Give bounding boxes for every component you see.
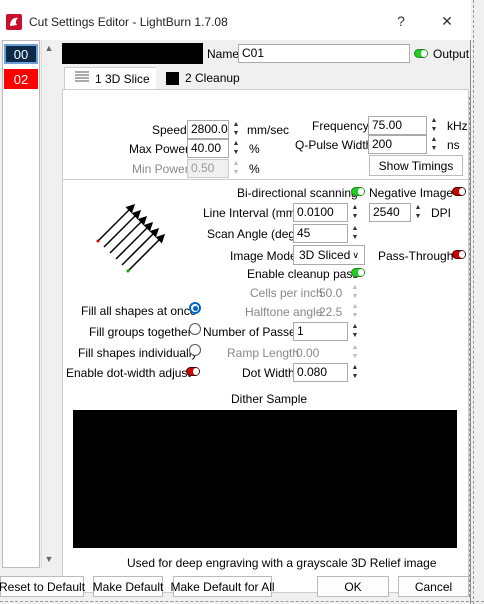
scan-angle-label: Scan Angle (deg) bbox=[207, 227, 300, 241]
scan-angle-icon bbox=[94, 201, 170, 277]
fill-groups-radio[interactable] bbox=[189, 323, 201, 335]
bidir-label: Bi-directional scanning bbox=[237, 186, 358, 200]
cells-label: Cells per inch bbox=[250, 286, 323, 300]
output-label: Output bbox=[433, 47, 470, 61]
scan-angle-input[interactable]: 45 bbox=[293, 224, 348, 243]
make-default-all-button[interactable]: Make Default for All bbox=[170, 576, 275, 597]
ramp-length-spinner[interactable]: ▲ ▼ bbox=[348, 343, 362, 362]
dot-width-adjust-toggle[interactable] bbox=[186, 367, 200, 376]
dither-description: Used for deep engraving with a grayscale… bbox=[127, 556, 437, 570]
speed-label: Speed bbox=[152, 123, 187, 137]
frequency-spinner[interactable]: ▲ ▼ bbox=[427, 116, 441, 135]
image-mode-select[interactable]: 3D Sliced ∨ bbox=[293, 245, 365, 265]
chevron-down-icon: ∨ bbox=[352, 249, 359, 260]
layer-item-02[interactable]: 02 bbox=[4, 69, 38, 89]
pass-through-label: Pass-Through bbox=[378, 249, 454, 263]
line-interval-label: Line Interval (mm) bbox=[203, 206, 300, 220]
close-button[interactable]: ✕ bbox=[432, 9, 462, 33]
scroll-down-icon[interactable]: ▼ bbox=[42, 552, 56, 566]
lightburn-logo-icon bbox=[6, 14, 22, 30]
layer-item-00[interactable]: 00 bbox=[4, 44, 38, 64]
dot-width-label: Dot Width bbox=[242, 366, 295, 380]
speed-unit: mm/sec bbox=[247, 123, 289, 137]
name-input[interactable]: C01 bbox=[238, 44, 410, 63]
layer-list: 00 02 bbox=[2, 40, 40, 568]
fill-all-radio[interactable] bbox=[189, 302, 201, 314]
scan-angle-spinner[interactable]: ▲ ▼ bbox=[348, 224, 362, 243]
separator bbox=[62, 179, 469, 180]
passes-input[interactable]: 1 bbox=[293, 322, 348, 341]
guide-line bbox=[469, 97, 470, 597]
line-interval-input[interactable]: 0.0100 bbox=[293, 203, 348, 222]
cleanup-label: Enable cleanup pass bbox=[247, 267, 359, 281]
min-power-input[interactable]: 0.50 bbox=[187, 159, 229, 178]
dot-width-input[interactable]: 0.080 bbox=[293, 363, 348, 382]
window-title: Cut Settings Editor - LightBurn 1.7.08 bbox=[29, 15, 228, 29]
negative-toggle[interactable] bbox=[452, 187, 466, 196]
max-power-label: Max Power bbox=[129, 142, 190, 156]
speed-input[interactable]: 2800.0 bbox=[187, 120, 229, 139]
pass-through-toggle[interactable] bbox=[452, 250, 466, 259]
make-default-button[interactable]: Make Default bbox=[93, 576, 163, 597]
bidir-toggle[interactable] bbox=[351, 187, 365, 196]
tab-label: 1 3D Slice bbox=[95, 71, 150, 86]
fill-individually-label: Fill shapes individually bbox=[78, 346, 198, 360]
dpi-input[interactable]: 2540 bbox=[369, 203, 411, 222]
fill-all-label: Fill all shapes at once bbox=[81, 304, 197, 318]
image-mode-label: Image Mode bbox=[230, 249, 297, 263]
fill-individually-radio[interactable] bbox=[189, 344, 201, 356]
show-timings-button[interactable]: Show Timings bbox=[369, 155, 463, 176]
dot-width-adjust-label: Enable dot-width adjust bbox=[66, 366, 191, 380]
max-power-unit: % bbox=[249, 142, 260, 156]
guide-line bbox=[473, 0, 474, 604]
dither-title: Dither Sample bbox=[231, 392, 308, 406]
scroll-up-icon[interactable]: ▲ bbox=[42, 41, 56, 55]
reset-default-button[interactable]: Reset to Default bbox=[0, 576, 85, 597]
qpulse-spinner[interactable]: ▲ ▼ bbox=[427, 135, 441, 154]
dpi-label: DPI bbox=[431, 206, 452, 220]
max-power-spinner[interactable]: ▲ ▼ bbox=[229, 139, 243, 158]
negative-label: Negative Image bbox=[369, 186, 454, 200]
halftone-spinner[interactable]: ▲ ▼ bbox=[348, 302, 362, 321]
passes-label: Number of Passes bbox=[203, 325, 302, 339]
dot-width-spinner[interactable]: ▲ ▼ bbox=[348, 363, 362, 382]
line-interval-spinner[interactable]: ▲ ▼ bbox=[348, 203, 362, 222]
help-button[interactable]: ? bbox=[386, 9, 416, 33]
tab-cleanup[interactable]: 2 Cleanup bbox=[156, 67, 250, 89]
slice-icon bbox=[75, 71, 89, 86]
frequency-unit: kHz bbox=[447, 119, 468, 133]
ramp-length-value[interactable]: 0.00 bbox=[296, 346, 319, 360]
ok-button[interactable]: OK bbox=[317, 576, 389, 597]
halftone-label: Halftone angle bbox=[245, 305, 323, 319]
qpulse-input[interactable]: 200 bbox=[368, 135, 427, 154]
cells-value[interactable]: 50.0 bbox=[319, 286, 342, 300]
output-toggle[interactable] bbox=[414, 49, 428, 58]
layer-color-swatch[interactable] bbox=[62, 43, 203, 64]
name-label: Name bbox=[207, 47, 240, 61]
qpulse-label: Q-Pulse Width bbox=[295, 138, 373, 152]
dpi-spinner[interactable]: ▲ ▼ bbox=[411, 203, 425, 222]
cells-spinner[interactable]: ▲ ▼ bbox=[348, 283, 362, 302]
max-power-input[interactable]: 40.00 bbox=[187, 139, 229, 158]
min-power-label: Min Power bbox=[132, 162, 189, 176]
tab-label: 2 Cleanup bbox=[185, 71, 240, 85]
black-swatch-icon bbox=[166, 71, 179, 85]
passes-spinner[interactable]: ▲ ▼ bbox=[348, 322, 362, 341]
fill-groups-label: Fill groups together bbox=[89, 325, 192, 339]
qpulse-unit: ns bbox=[447, 138, 460, 152]
guide-line bbox=[0, 601, 484, 602]
min-power-spinner[interactable]: ▲ ▼ bbox=[229, 159, 243, 178]
ramp-length-label: Ramp Length bbox=[227, 346, 300, 360]
layer-list-scrollbar[interactable]: ▲ ▼ bbox=[41, 40, 55, 568]
speed-spinner[interactable]: ▲ ▼ bbox=[229, 120, 243, 139]
frequency-label: Frequency bbox=[312, 119, 369, 133]
halftone-value[interactable]: 22.5 bbox=[319, 305, 342, 319]
tab-3d-slice[interactable]: 1 3D Slice bbox=[64, 67, 161, 89]
dither-sample-preview bbox=[73, 410, 457, 548]
min-power-unit: % bbox=[249, 162, 260, 176]
frequency-input[interactable]: 75.00 bbox=[368, 116, 427, 135]
cleanup-toggle[interactable] bbox=[351, 268, 365, 277]
image-mode-value: 3D Sliced bbox=[299, 248, 351, 262]
cancel-button[interactable]: Cancel bbox=[398, 576, 469, 597]
